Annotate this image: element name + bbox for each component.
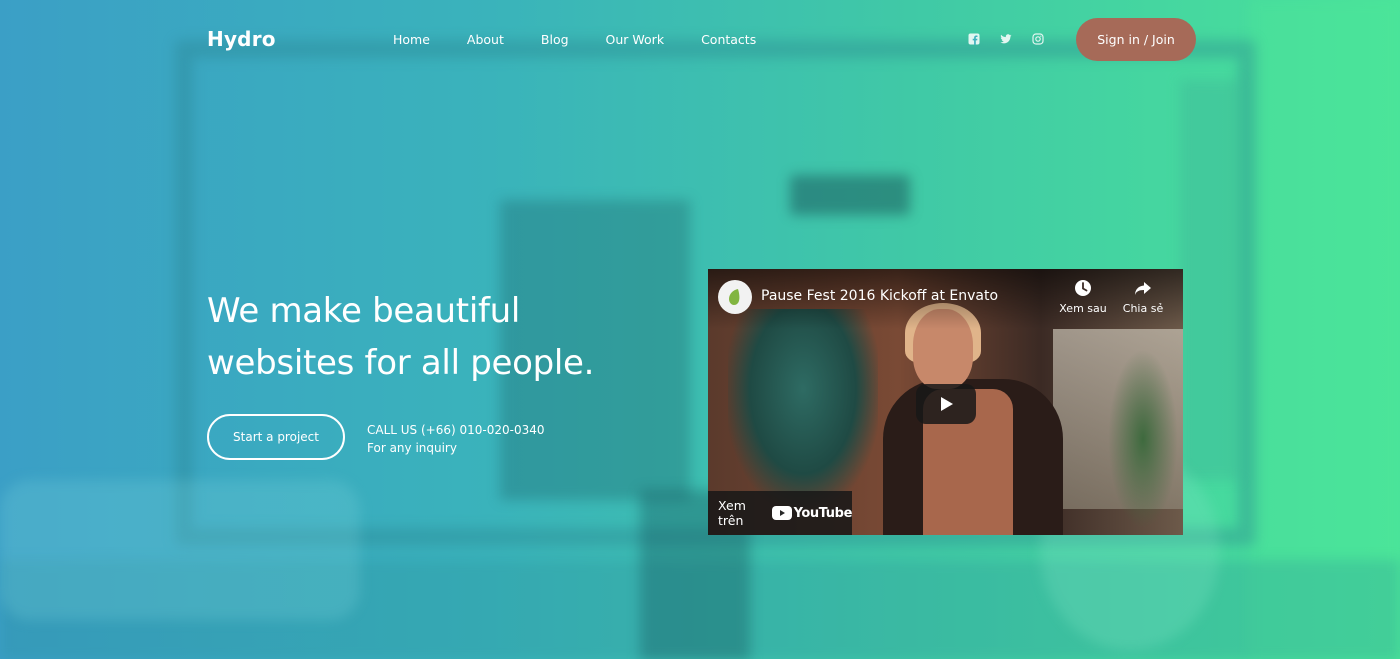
- share-label: Chia sẻ: [1122, 302, 1164, 315]
- contact-info: CALL US (+66) 010-020-0340 For any inqui…: [367, 421, 545, 457]
- video-plant-right: [1108, 349, 1178, 529]
- twitter-icon[interactable]: [1000, 33, 1014, 47]
- envato-leaf-icon: [729, 289, 740, 305]
- background-panel: [1180, 80, 1240, 480]
- hero-headline-line2: websites for all people.: [207, 343, 595, 383]
- background-lamp: [790, 175, 910, 215]
- nav-item-contacts[interactable]: Contacts: [701, 32, 756, 48]
- facebook-icon[interactable]: [968, 33, 982, 47]
- call-us-text[interactable]: CALL US (+66) 010-020-0340: [367, 421, 545, 439]
- video-title[interactable]: Pause Fest 2016 Kickoff at Envato: [761, 288, 998, 304]
- clock-icon: [1075, 280, 1091, 296]
- channel-avatar[interactable]: [718, 280, 752, 314]
- play-button[interactable]: [916, 384, 976, 424]
- signin-button[interactable]: Sign in / Join: [1076, 18, 1196, 61]
- hero-headline-line1: We make beautiful: [207, 291, 521, 331]
- start-project-button[interactable]: Start a project: [207, 414, 345, 460]
- share-button[interactable]: Chia sẻ: [1113, 279, 1173, 315]
- inquiry-text: For any inquiry: [367, 441, 457, 455]
- watch-on-label: Xem trên: [718, 498, 746, 528]
- watch-on-youtube-link[interactable]: Xem trên YouTube: [708, 491, 852, 535]
- video-speaker: [883, 303, 1063, 535]
- youtube-wordmark: YouTube: [793, 505, 853, 521]
- main-nav: Home About Blog Our Work Contacts: [393, 32, 793, 48]
- share-arrow-icon: [1135, 282, 1151, 295]
- video-embed[interactable]: Pause Fest 2016 Kickoff at Envato Xem sa…: [708, 269, 1183, 535]
- background-sofa: [0, 480, 360, 620]
- hero-headline: We make beautiful websites for all peopl…: [207, 285, 667, 389]
- hero-section: Hydro Home About Blog Our Work Contacts …: [0, 0, 1400, 659]
- watch-later-label: Xem sau: [1059, 302, 1107, 315]
- instagram-icon[interactable]: [1032, 33, 1046, 47]
- nav-item-home[interactable]: Home: [393, 32, 430, 48]
- youtube-icon: [771, 506, 792, 520]
- play-icon: [941, 397, 953, 411]
- youtube-logo: YouTube: [771, 505, 853, 521]
- watch-later-button[interactable]: Xem sau: [1053, 279, 1113, 315]
- social-links: [968, 33, 1064, 47]
- video-plant-left: [728, 309, 878, 509]
- nav-item-our-work[interactable]: Our Work: [606, 32, 665, 48]
- nav-item-about[interactable]: About: [467, 32, 504, 48]
- nav-item-blog[interactable]: Blog: [541, 32, 569, 48]
- brand-logo[interactable]: Hydro: [207, 27, 276, 51]
